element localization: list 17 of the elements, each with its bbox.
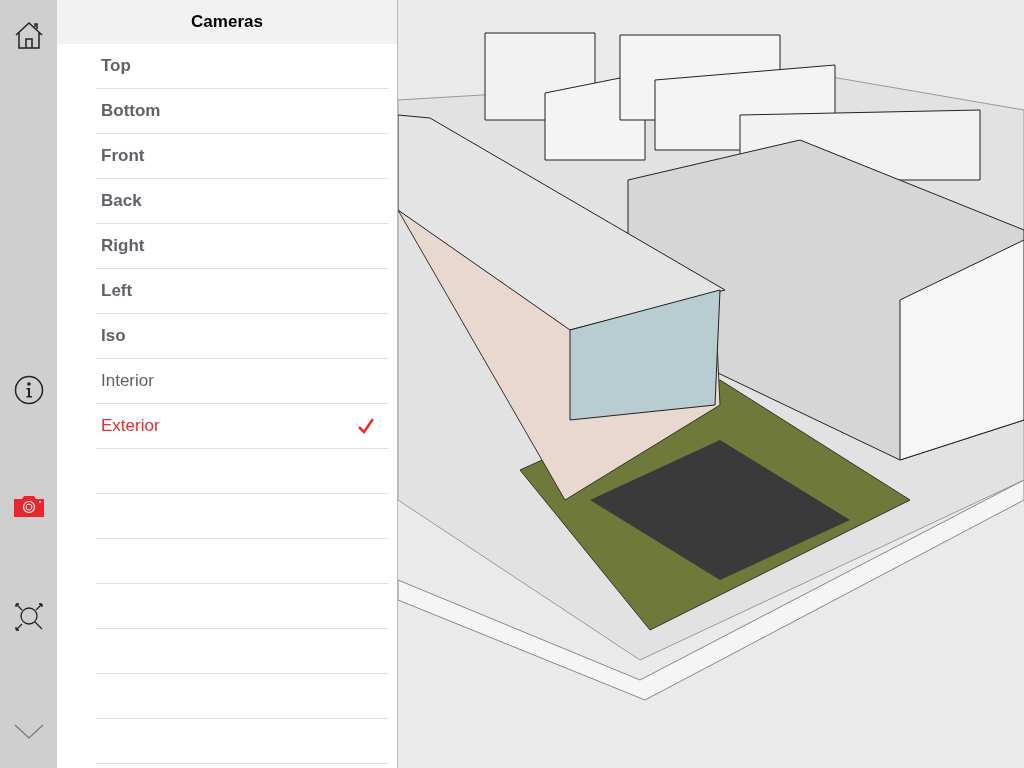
camera-list-item[interactable]: Iso <box>96 314 388 359</box>
camera-list-item[interactable]: Bottom <box>96 89 388 134</box>
info-icon[interactable] <box>13 375 44 405</box>
camera-list-item[interactable]: Left <box>96 269 388 314</box>
panel-title: Cameras <box>57 0 397 44</box>
camera-list-item[interactable]: Exterior <box>96 404 388 449</box>
building-model-drawing[interactable] <box>398 0 1024 768</box>
home-icon[interactable] <box>13 20 44 50</box>
chevron-down-icon[interactable] <box>13 724 44 740</box>
camera-list-item[interactable]: Right <box>96 224 388 269</box>
checkmark-icon <box>358 418 374 434</box>
camera-list-item[interactable]: Front <box>96 134 388 179</box>
camera-list-item[interactable]: Back <box>96 179 388 224</box>
camera-icon[interactable] <box>13 495 44 517</box>
camera-list-item[interactable]: Interior <box>96 359 388 404</box>
camera-list-item[interactable]: Top <box>96 44 388 89</box>
zoom-extents-icon[interactable] <box>13 602 44 632</box>
